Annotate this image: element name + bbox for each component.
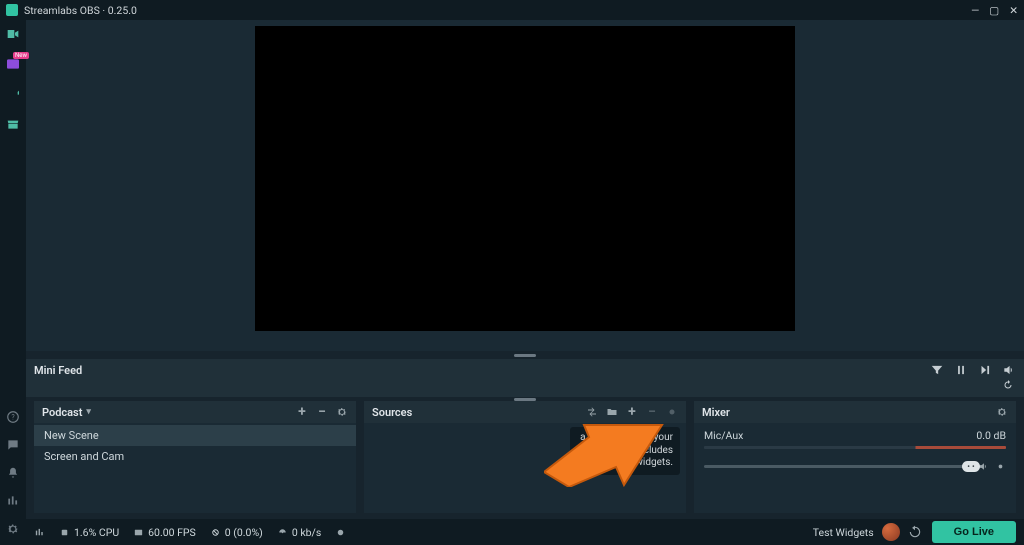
mixer-panel: Mixer Mic/Aux 0.0 dB • • [694,401,1016,513]
bitrate-icon [277,527,288,538]
mixer-track-name: Mic/Aux [704,429,743,442]
cpu-value: 1.6% CPU [74,526,119,539]
scene-item[interactable]: New Scene [34,425,356,446]
new-badge: New [13,52,29,59]
fps-icon [133,527,144,538]
remove-source-icon[interactable]: − [646,406,658,418]
scene-item[interactable]: Screen and Cam [34,446,356,467]
gear-icon[interactable] [5,521,21,537]
store-icon[interactable] [5,116,21,132]
audio-meter [704,446,1006,449]
side-toolbar: New ? [0,20,26,545]
camera-icon[interactable] [5,26,21,42]
mini-feed-title: Mini Feed [34,364,82,377]
add-source-tooltip: a new Source to your cene. Includes widg… [570,427,680,475]
remove-scene-icon[interactable]: − [316,406,328,418]
go-live-button[interactable]: Go Live [932,521,1016,543]
track-settings-icon[interactable] [995,461,1006,472]
bars-icon[interactable] [5,493,21,509]
undo-icon[interactable] [908,525,922,539]
svg-text:?: ? [11,413,15,421]
close-icon[interactable]: ✕ [1009,4,1018,17]
mixer-track-level: 0.0 dB [976,429,1006,442]
volume-icon[interactable] [1002,363,1016,377]
dropped-value: 0 (0.0%) [225,526,263,539]
preview-canvas[interactable] [255,26,795,331]
scene-settings-icon[interactable] [336,406,348,418]
folder-icon[interactable] [606,406,618,418]
help-icon[interactable]: ? [5,409,21,425]
refresh-icon[interactable] [1002,379,1014,391]
add-source-icon[interactable]: + [626,406,638,418]
minimize-icon[interactable]: — [971,4,979,17]
slider-thumb[interactable]: • • [962,461,980,472]
test-widgets-button[interactable]: Test Widgets [813,526,874,539]
avatar[interactable] [882,523,900,541]
status-bar: 1.6% CPU 60.00 FPS 0 (0.0%) 0 kb/s [26,519,1024,545]
bitrate-value: 0 kb/s [292,526,321,539]
app-logo [6,4,18,16]
mixer-title: Mixer [702,406,730,419]
preview-area [26,20,1024,351]
mixer-settings-icon[interactable] [996,406,1008,418]
window-title: Streamlabs OBS · 0.25.0 [24,4,137,17]
record-indicator-icon[interactable] [335,527,346,538]
maximize-icon[interactable]: ▢ [989,4,999,17]
app-icon[interactable]: New [5,56,21,72]
scene-item-label: New Scene [44,429,99,442]
chevron-down-icon[interactable]: ▾ [86,407,91,417]
sources-title: Sources [372,406,412,419]
bell-icon[interactable] [5,465,21,481]
chat-icon[interactable] [5,437,21,453]
scenes-title[interactable]: Podcast [42,406,82,419]
sources-panel: Sources + − a new Sourc [364,401,686,513]
splitter-preview-feed[interactable] [26,351,1024,359]
dropped-icon [210,527,221,538]
mini-feed-panel: Mini Feed [26,359,1024,397]
fps-value: 60.00 FPS [148,526,196,539]
scene-item-label: Screen and Cam [44,450,124,463]
titlebar: Streamlabs OBS · 0.25.0 — ▢ ✕ [0,0,1024,20]
filter-icon[interactable] [930,363,944,377]
volume-slider[interactable]: • • [704,459,1006,473]
pause-icon[interactable] [954,363,968,377]
window-controls: — ▢ ✕ [971,4,1018,17]
tools-icon[interactable] [5,86,21,102]
stats-icon[interactable] [34,527,45,538]
transition-icon[interactable] [586,406,598,418]
skip-icon[interactable] [978,363,992,377]
cpu-icon [59,527,70,538]
source-settings-icon[interactable] [666,406,678,418]
scenes-panel: Podcast ▾ + − New Scene Screen and Cam [34,401,356,513]
add-scene-icon[interactable]: + [296,406,308,418]
